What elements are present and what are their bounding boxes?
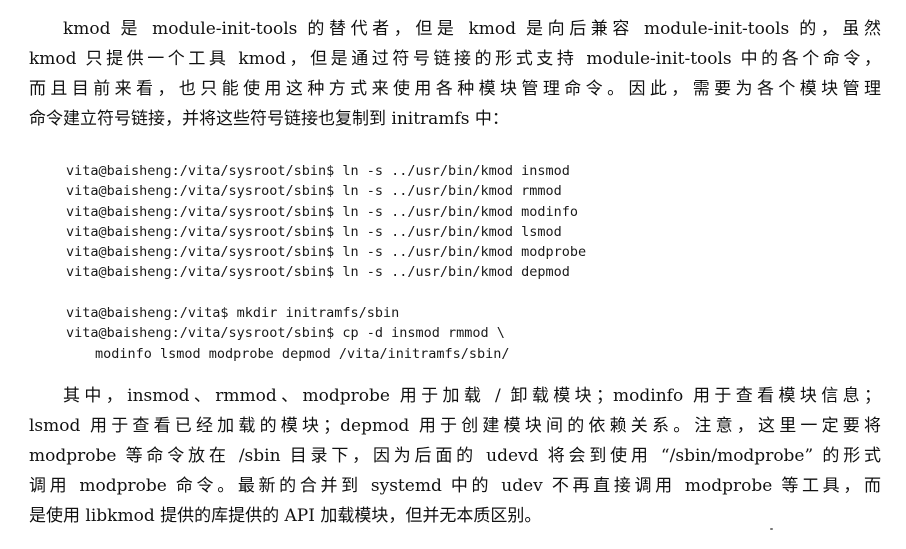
code-line: vita@baisheng:/vita/sysroot/sbin$ ln -s … xyxy=(66,244,587,261)
code-line-continuation: modinfo lsmod modprobe depmod /vita/init… xyxy=(95,345,510,362)
paragraph-line: 调用 modprobe 命令。最新的合并到 systemd 中的 udev 不再… xyxy=(29,476,881,496)
paragraph-line: 而且目前来看，也只能使用这种方式来使用各种模块管理命令。因此，需要为各个模块管理 xyxy=(29,79,881,99)
paragraph-line: 命令建立符号链接，并将这些符号链接也复制到 initramfs 中： xyxy=(29,109,509,129)
explanation-paragraph: 其中，insmod、rmmod、modprobe 用于加载 / 卸载模块；mod… xyxy=(29,381,881,531)
paragraph-line: lsmod 用于查看已经加载的模块；depmod 用于创建模块间的依赖关系。注意… xyxy=(29,416,881,436)
document-page: kmod 是 module-init-tools 的替代者，但是 kmod 是向… xyxy=(0,0,906,549)
paragraph-line: 是使用 libkmod 提供的库提供的 API 加载模块，但并无本质区别。 xyxy=(29,506,542,526)
code-line: vita@baisheng:/vita/sysroot/sbin$ ln -s … xyxy=(66,203,579,220)
code-line: vita@baisheng:/vita$ mkdir initramfs/sbi… xyxy=(66,305,400,321)
paragraph-line: kmod 只提供一个工具 kmod，但是通过符号链接的形式支持 module-i… xyxy=(29,49,881,69)
code-line: vita@baisheng:/vita/sysroot/sbin$ cp -d … xyxy=(66,325,505,342)
copy-commands-code-block: vita@baisheng:/vita$ mkdir initramfs/sbi… xyxy=(66,303,510,364)
paragraph-line: modprobe 等命令放在 /sbin 目录下，因为后面的 udevd 将会到… xyxy=(29,446,881,466)
code-line: vita@baisheng:/vita/sysroot/sbin$ ln -s … xyxy=(66,163,570,179)
paragraph-line: 其中，insmod、rmmod、modprobe 用于加载 / 卸载模块；mod… xyxy=(63,386,881,406)
scan-speck xyxy=(770,528,773,530)
symlink-commands-code-block: vita@baisheng:/vita/sysroot/sbin$ ln -s … xyxy=(66,161,586,283)
code-line: vita@baisheng:/vita/sysroot/sbin$ ln -s … xyxy=(66,264,570,281)
intro-paragraph: kmod 是 module-init-tools 的替代者，但是 kmod 是向… xyxy=(29,14,881,134)
paragraph-line: kmod 是 module-init-tools 的替代者，但是 kmod 是向… xyxy=(63,19,881,39)
code-line: vita@baisheng:/vita/sysroot/sbin$ ln -s … xyxy=(66,223,562,240)
code-line: vita@baisheng:/vita/sysroot/sbin$ ln -s … xyxy=(66,183,562,200)
